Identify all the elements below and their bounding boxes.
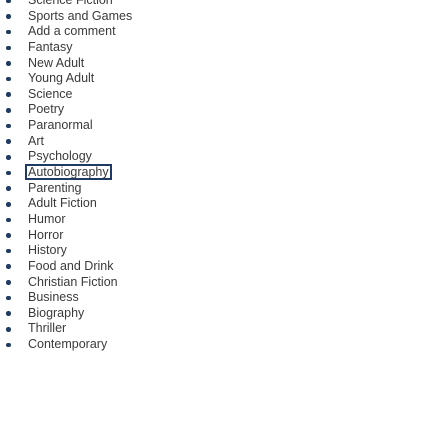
genre-label: Contemporary <box>28 337 108 352</box>
genre-link-art[interactable]: Art <box>0 134 448 150</box>
genre-label: Psychology <box>28 149 92 164</box>
genre-label: Adult Fiction <box>28 196 97 211</box>
genre-link-history[interactable]: History <box>0 243 448 259</box>
genre-link-poetry[interactable]: Poetry <box>0 102 448 118</box>
genre-label: New Adult <box>28 55 85 70</box>
genre-label: Humor <box>28 211 66 226</box>
genre-link-new-adult[interactable]: New Adult <box>0 56 448 72</box>
genre-label: Thriller <box>28 321 67 336</box>
genre-link-biography[interactable]: Biography <box>0 306 448 322</box>
genre-label: Poetry <box>28 102 65 117</box>
genre-label: Paranormal <box>28 118 93 133</box>
genre-list-container: Science Fiction Sports and Games Add a c… <box>0 0 448 353</box>
genre-label: Science Fiction <box>28 0 113 7</box>
genre-link-fantasy[interactable]: Fantasy <box>0 40 448 56</box>
genre-label: History <box>28 243 67 258</box>
genre-label-focused: Autobiography <box>25 164 112 181</box>
genre-label: Sports and Games <box>28 8 133 23</box>
genre-label: Add a comment <box>28 24 116 39</box>
genre-label: Food and Drink <box>28 258 114 273</box>
genre-link-young-adult[interactable]: Young Adult <box>0 71 448 87</box>
genre-list: Science Fiction Sports and Games Add a c… <box>0 0 448 353</box>
genre-link-christian-fiction[interactable]: Christian Fiction <box>0 275 448 291</box>
genre-label: Christian Fiction <box>28 274 118 289</box>
genre-link-humor[interactable]: Humor <box>0 212 448 228</box>
genre-link-food-and-drink[interactable]: Food and Drink <box>0 259 448 275</box>
genre-link-adult-fiction[interactable]: Adult Fiction <box>0 196 448 212</box>
genre-label: Art <box>28 133 44 148</box>
genre-link-horror[interactable]: Horror <box>0 228 448 244</box>
genre-link-contemporary[interactable]: Contemporary <box>0 337 448 353</box>
genre-link-science[interactable]: Science <box>0 87 448 103</box>
genre-label: Biography <box>28 305 85 320</box>
genre-link-autobiography[interactable]: Autobiography <box>0 164 448 181</box>
genre-link-thriller[interactable]: Thriller <box>0 321 448 337</box>
genre-link-sports-and-games[interactable]: Sports and Games <box>0 9 448 25</box>
genre-link-psychology[interactable]: Psychology <box>0 149 448 165</box>
genre-label: Fantasy <box>28 39 73 54</box>
genre-label: Young Adult <box>28 71 95 86</box>
genre-link-add-a-comment[interactable]: Add a comment <box>0 24 448 40</box>
genre-link-science-fiction[interactable]: Science Fiction <box>0 0 448 9</box>
genre-link-business[interactable]: Business <box>0 290 448 306</box>
genre-label: Horror <box>28 227 64 242</box>
genre-link-parenting[interactable]: Parenting <box>0 181 448 197</box>
genre-label: Parenting <box>28 180 82 195</box>
genre-label: Science <box>28 86 73 101</box>
genre-link-paranormal[interactable]: Paranormal <box>0 118 448 134</box>
genre-label: Business <box>28 290 79 305</box>
